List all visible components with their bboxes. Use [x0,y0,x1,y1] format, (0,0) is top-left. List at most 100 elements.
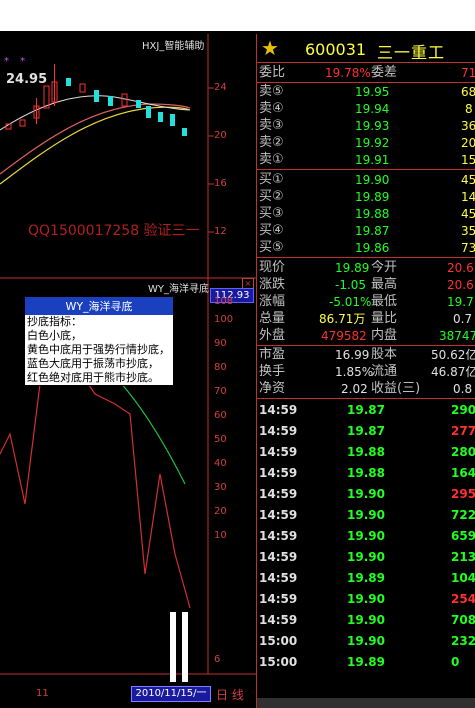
lower-axis-label: 10 [214,530,227,541]
tick-volume: 280 [451,445,475,459]
tick-price: 19.90 [347,592,385,606]
tooltip-line: 黄色中底用于强势行情抄底， [27,343,170,356]
lower-axis-label: 100 [214,314,234,325]
tick-price: 19.88 [347,466,385,480]
quote-row-percent: 涨幅 -5.01% 最低 19.7 [257,294,475,310]
quote-value: 1.85% [335,365,374,379]
tick-volume: 722 [451,508,475,522]
sell-volume: 68 [461,85,475,99]
quote-row-change: 涨跌 -1.05 最高 20.6 [257,277,475,293]
lower-axis-label: 80 [214,362,227,373]
tick-volume: 659 [451,529,475,543]
quote-value: 0.8 [453,382,473,396]
quote-value: 50.62亿 [431,348,475,362]
buy-row[interactable]: 买④ 19.87 35 [257,223,475,239]
sell-label: 卖① [259,152,284,167]
quote-label: 最高 [371,277,398,292]
tooltip-line: 红色绝对底用于熊市抄底。 [27,371,159,384]
top-indicator-label: HXJ_智能辅助 [142,41,205,52]
date-indicator: 2010/11/15/一 [131,686,211,702]
tick-price: 19.90 [347,634,385,648]
tick-time: 14:59 [259,487,298,501]
stock-name: 三一重工 [377,43,446,62]
buy-price: 19.86 [355,241,390,255]
tick-price: 19.90 [347,529,385,543]
buy-row[interactable]: 买⑤ 19.86 73 [257,240,475,256]
tick-time: 15:00 [259,655,298,669]
lower-axis-label: 90 [214,338,227,349]
buy-row[interactable]: 买② 19.89 14 [257,189,475,205]
tick-volume: 213 [451,550,475,564]
sell-label: 卖③ [259,118,284,133]
tick-volume: 295 [451,487,475,501]
tick-time: 15:00 [259,634,298,648]
sell-volume: 20 [461,136,475,150]
lower-axis-label: 40 [214,458,227,469]
buy-label: 买④ [259,223,284,238]
tooltip-title: WY_海洋寻底 [25,297,173,315]
sell-row[interactable]: 卖④ 19.94 8 [257,101,475,117]
indicator-tooltip: WY_海洋寻底 抄底指标： 白色小底， 黄色中底用于强势行情抄底， 蓝色大底用于… [24,296,174,386]
tick-volume: 1049 [451,571,475,585]
quote-label: 今开 [371,260,398,275]
sell-label: 卖② [259,135,284,150]
quote-value: 86.71万 [319,312,366,326]
buy-row[interactable]: 买① 19.90 45 [257,172,475,188]
lower-axis-label: 70 [214,386,227,397]
period-label[interactable]: 日 线 [216,686,244,703]
quote-label: 净资 [259,381,286,396]
lower-axis-label: 50 [214,434,227,445]
quote-label: 量比 [371,311,398,326]
quote-value: 46.87亿 [431,365,475,379]
tick-row: 14:59 19.90 722 [257,507,475,523]
buy-price: 19.88 [355,207,390,221]
lower-axis-label: 108 [214,296,234,307]
tooltip-line: 蓝色大底用于振荡市抄底， [27,357,159,370]
weicha-label: 委差 [371,65,398,80]
tick-price: 19.90 [347,508,385,522]
upper-axis-label: 20 [214,130,227,141]
quote-row-netasset: 净资 2.02 收益(三) 0.8 [257,381,475,397]
quote-label: 股本 [371,347,398,362]
buy-row[interactable]: 买③ 19.88 45 [257,206,475,222]
tick-time: 14:59 [259,508,298,522]
weibi-row: 委比 19.78% 委差 71 [257,65,475,81]
stock-code: 600031 [305,40,367,59]
tick-row: 14:59 19.90 295 [257,486,475,502]
quote-label: 流通 [371,364,398,379]
sell-row[interactable]: 卖③ 19.93 36 [257,118,475,134]
tick-price: 19.90 [347,550,385,564]
buy-volume: 45 [461,207,475,221]
sell-price: 19.93 [355,119,390,133]
tick-volume: 277 [451,424,475,438]
tick-row: 15:00 19.90 232 [257,633,475,649]
tick-row: 14:59 19.90 708 [257,612,475,628]
quote-row-outer: 外盘 479582 内盘 38747 [257,328,475,344]
buy-volume: 14 [461,190,475,204]
sell-row[interactable]: 卖⑤ 19.95 68 [257,84,475,100]
chart-area[interactable]: HXJ_智能辅助 * * 24.95 QQ1500017258 验证三一 24 … [0,34,256,708]
quote-label: 外盘 [259,328,286,343]
upper-axis-label: 24 [214,82,227,93]
tick-price: 19.90 [347,487,385,501]
tick-price: 19.90 [347,613,385,627]
buy-price: 19.87 [355,224,390,238]
pause-icon-bar [170,612,176,682]
quote-value: 19.89 [335,261,370,275]
tick-row: 14:59 19.88 164 [257,465,475,481]
sell-volume: 8 [465,102,473,116]
buy-label: 买① [259,172,284,187]
bottom-tab-strip[interactable] [257,698,475,708]
buy-price: 19.90 [355,173,390,187]
tick-row: 15:00 19.89 0 [257,654,475,670]
sell-row[interactable]: 卖① 19.91 15 [257,152,475,168]
tick-time: 14:59 [259,529,298,543]
quote-label: 市盈 [259,347,286,362]
tick-price: 19.87 [347,403,385,417]
buy-label: 买② [259,189,284,204]
star-icon[interactable]: ★ [261,36,279,60]
price-tag: 24.95 [6,72,48,87]
tick-volume: 708 [451,613,475,627]
watermark-text: QQ1500017258 验证三一 [28,223,200,239]
sell-row[interactable]: 卖② 19.92 20 [257,135,475,151]
